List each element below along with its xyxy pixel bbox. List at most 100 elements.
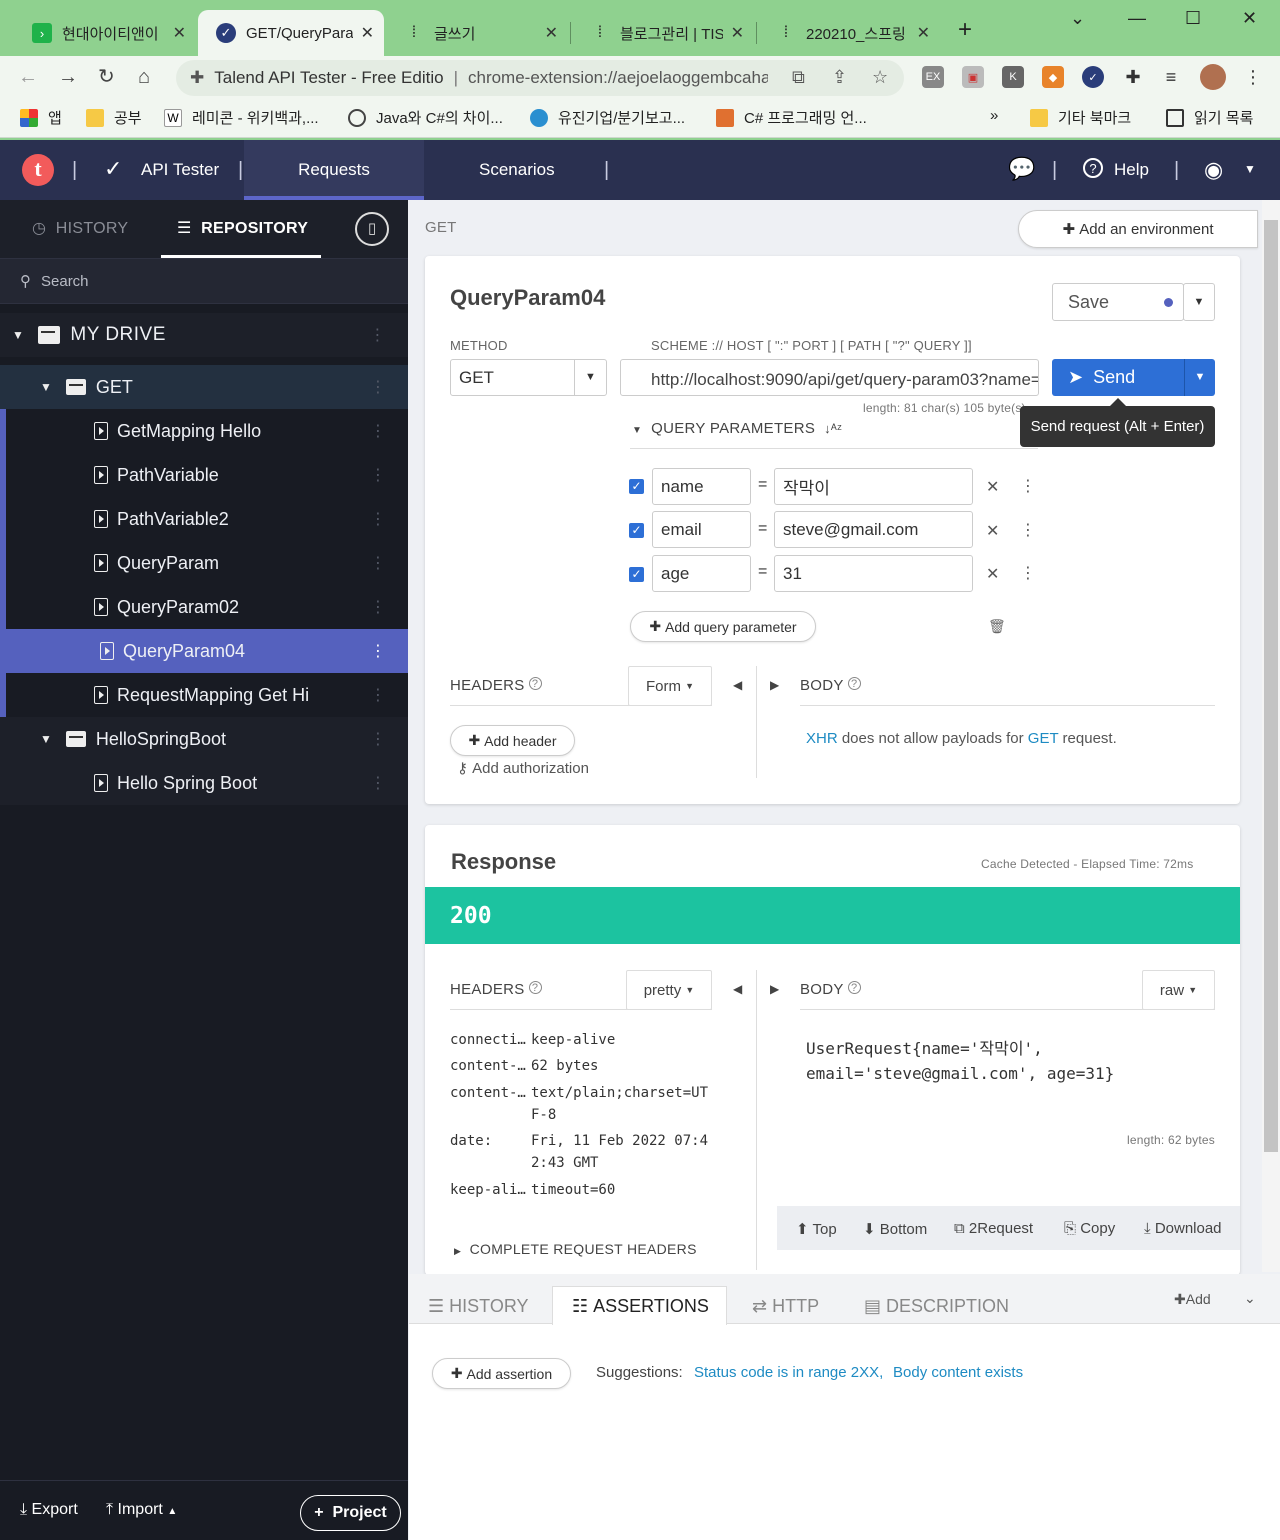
translate-icon[interactable]: ⧉ <box>792 67 805 88</box>
headers-view-select[interactable]: pretty ▼ <box>626 970 712 1010</box>
close-tab-icon[interactable]: ✕ <box>173 23 186 43</box>
more-icon[interactable]: ⋮ <box>370 421 386 441</box>
copy-button[interactable]: ⎘ Copy <box>1064 1220 1115 1237</box>
send-button[interactable]: ➤ Send <box>1052 359 1184 396</box>
suggestion-body-link[interactable]: Body content exists <box>893 1364 1023 1381</box>
request-item[interactable]: QueryParam02 ⋮ <box>0 585 408 629</box>
more-icon[interactable]: ⋮ <box>370 553 386 573</box>
send-options-dropdown[interactable]: ▼ <box>1184 359 1215 396</box>
add-tab-button[interactable]: ✚Add <box>1174 1291 1211 1308</box>
minimize-icon[interactable]: — <box>1128 8 1146 29</box>
folder-row-hellospringboot[interactable]: ▼ HelloSpringBoot ⋮ <box>0 717 408 761</box>
param-key-input[interactable]: name <box>652 468 751 505</box>
body-view-select[interactable]: raw ▼ <box>1142 970 1215 1010</box>
back-icon[interactable]: ← <box>18 64 38 90</box>
collapse-panel-icon[interactable]: ⌄ <box>1244 1290 1256 1307</box>
collapse-right-icon[interactable]: ▶ <box>770 982 779 996</box>
browser-tab[interactable]: ⁞ 블로그관리 | TIS ✕ <box>572 10 754 56</box>
maximize-icon[interactable]: ☐ <box>1185 8 1201 29</box>
profile-avatar[interactable] <box>1200 64 1226 90</box>
param-key-input[interactable]: email <box>652 511 751 548</box>
cast-extension-icon[interactable]: ▣ <box>962 66 984 88</box>
reload-icon[interactable]: ↻ <box>98 64 115 90</box>
import-button[interactable]: ⤒ Import ▲ <box>106 1501 177 1519</box>
chat-feedback-icon[interactable]: 💬 <box>1008 156 1035 182</box>
param-key-input[interactable]: age <box>652 555 751 592</box>
param-checkbox[interactable]: ✓ <box>629 567 644 582</box>
browser-tab[interactable]: ⁞ 글쓰기 ✕ <box>386 10 568 56</box>
param-checkbox[interactable]: ✓ <box>629 479 644 494</box>
more-icon[interactable]: ⋮ <box>370 509 386 529</box>
request-item[interactable]: PathVariable ⋮ <box>0 453 408 497</box>
trash-icon[interactable]: 🗑 <box>988 618 1006 635</box>
bookmark-other[interactable]: 기타 북마크 <box>1030 107 1131 128</box>
tab-search-icon[interactable]: ⌄ <box>1070 8 1085 29</box>
add-assertion-button[interactable]: ✚ Add assertion <box>432 1358 571 1389</box>
talend-extension-icon[interactable]: ✓ <box>1082 66 1104 88</box>
param-value-input[interactable]: 작막이 <box>774 468 973 505</box>
bookmark-item[interactable]: W 레미콘 - 위키백과,... <box>164 107 319 128</box>
add-header-button[interactable]: ✚ Add header <box>450 725 575 756</box>
scroll-top-button[interactable]: ⬆ Top <box>796 1220 837 1238</box>
tab-scenarios[interactable]: Scenarios <box>479 160 555 180</box>
close-tab-icon[interactable]: ✕ <box>917 23 930 43</box>
chevron-down-icon[interactable]: ▼ <box>1244 162 1256 176</box>
help-circle-icon[interactable]: ? <box>528 677 542 690</box>
help-icon[interactable]: ? <box>1083 158 1103 178</box>
scrollbar-thumb[interactable] <box>1264 220 1278 1152</box>
close-tab-icon[interactable]: ✕ <box>361 23 374 43</box>
save-options-dropdown[interactable]: ▼ <box>1183 283 1215 321</box>
main-scrollbar[interactable] <box>1262 200 1280 1272</box>
tab-assertions[interactable]: ☷ ASSERTIONS <box>572 1288 709 1324</box>
headers-mode-select[interactable]: Form ▼ <box>628 666 712 706</box>
help-link[interactable]: Help <box>1114 160 1149 180</box>
folder-row-get[interactable]: ▼ GET ⋮ <box>0 365 408 409</box>
bookmark-apps[interactable]: 앱 <box>20 107 62 128</box>
request-item-selected[interactable]: QueryParam04 ⋮ <box>6 629 408 673</box>
browser-tab-active[interactable]: ✓ GET/QueryParam04 ✕ <box>198 10 384 56</box>
save-button[interactable]: Save <box>1052 283 1184 321</box>
method-select[interactable]: GET ▼ <box>450 359 607 396</box>
export-button[interactable]: ⤓ Export <box>20 1501 78 1519</box>
more-icon[interactable]: ⋮ <box>370 773 386 793</box>
tab-history[interactable]: ◷ HISTORY <box>32 200 128 258</box>
to-request-button[interactable]: ⧉ 2Request <box>954 1220 1033 1237</box>
remove-param-icon[interactable]: ✕ <box>986 564 999 584</box>
query-params-toggle[interactable]: ▼ QUERY PARAMETERS ↓ᴬᶻ <box>632 420 842 437</box>
metamask-icon[interactable]: ◆ <box>1042 66 1064 88</box>
param-more-icon[interactable]: ⋮ <box>1020 476 1036 496</box>
complete-headers-toggle[interactable]: ▶ COMPLETE REQUEST HEADERS <box>454 1241 697 1257</box>
request-item[interactable]: QueryParam ⋮ <box>0 541 408 585</box>
url-input[interactable]: http://localhost:9090/api/get/query-para… <box>620 359 1039 396</box>
more-icon[interactable]: ⋮ <box>370 597 386 617</box>
remove-param-icon[interactable]: ✕ <box>986 521 999 541</box>
share-icon[interactable]: ⇪ <box>832 67 847 88</box>
request-item[interactable]: Hello Spring Boot ⋮ <box>0 761 408 805</box>
new-document-icon[interactable]: ▯ <box>355 212 389 246</box>
sort-az-icon[interactable]: ↓ᴬᶻ <box>824 421 842 436</box>
more-icon[interactable]: ⋮ <box>370 465 386 485</box>
extensions-icon[interactable]: ✚ <box>1122 66 1144 88</box>
search-input[interactable]: Search <box>41 273 89 290</box>
bookmarks-overflow[interactable]: » <box>990 107 998 124</box>
suggestion-status-link[interactable]: Status code is in range 2XX, <box>694 1364 883 1381</box>
home-icon[interactable]: ⌂ <box>138 64 150 90</box>
request-item[interactable]: PathVariable2 ⋮ <box>0 497 408 541</box>
address-bar[interactable]: ✚ Talend API Tester - Free Editio | chro… <box>176 60 904 96</box>
add-query-param-button[interactable]: ✚ Add query parameter <box>630 611 816 642</box>
new-project-button[interactable]: + Project <box>300 1495 401 1531</box>
drive-row[interactable]: ▼ MY DRIVE ⋮ <box>0 313 408 357</box>
more-icon[interactable]: ⋮ <box>370 729 386 749</box>
user-account-icon[interactable]: ◉ <box>1204 157 1223 183</box>
tab-history[interactable]: ☰ HISTORY <box>428 1288 529 1324</box>
tab-http[interactable]: ⇄ HTTP <box>752 1288 819 1324</box>
param-checkbox[interactable]: ✓ <box>629 523 644 538</box>
chrome-menu-icon[interactable]: ⋮ <box>1242 66 1264 88</box>
param-more-icon[interactable]: ⋮ <box>1020 520 1036 540</box>
add-environment-button[interactable]: ✚ Add an environment <box>1018 210 1258 248</box>
ex-extension-icon[interactable]: EX <box>922 66 944 88</box>
talend-logo[interactable]: t <box>22 154 54 186</box>
more-icon[interactable]: ⋮ <box>370 641 386 661</box>
tab-description[interactable]: ▤ DESCRIPTION <box>864 1288 1009 1324</box>
tab-repository[interactable]: ☰ REPOSITORY <box>161 200 321 258</box>
